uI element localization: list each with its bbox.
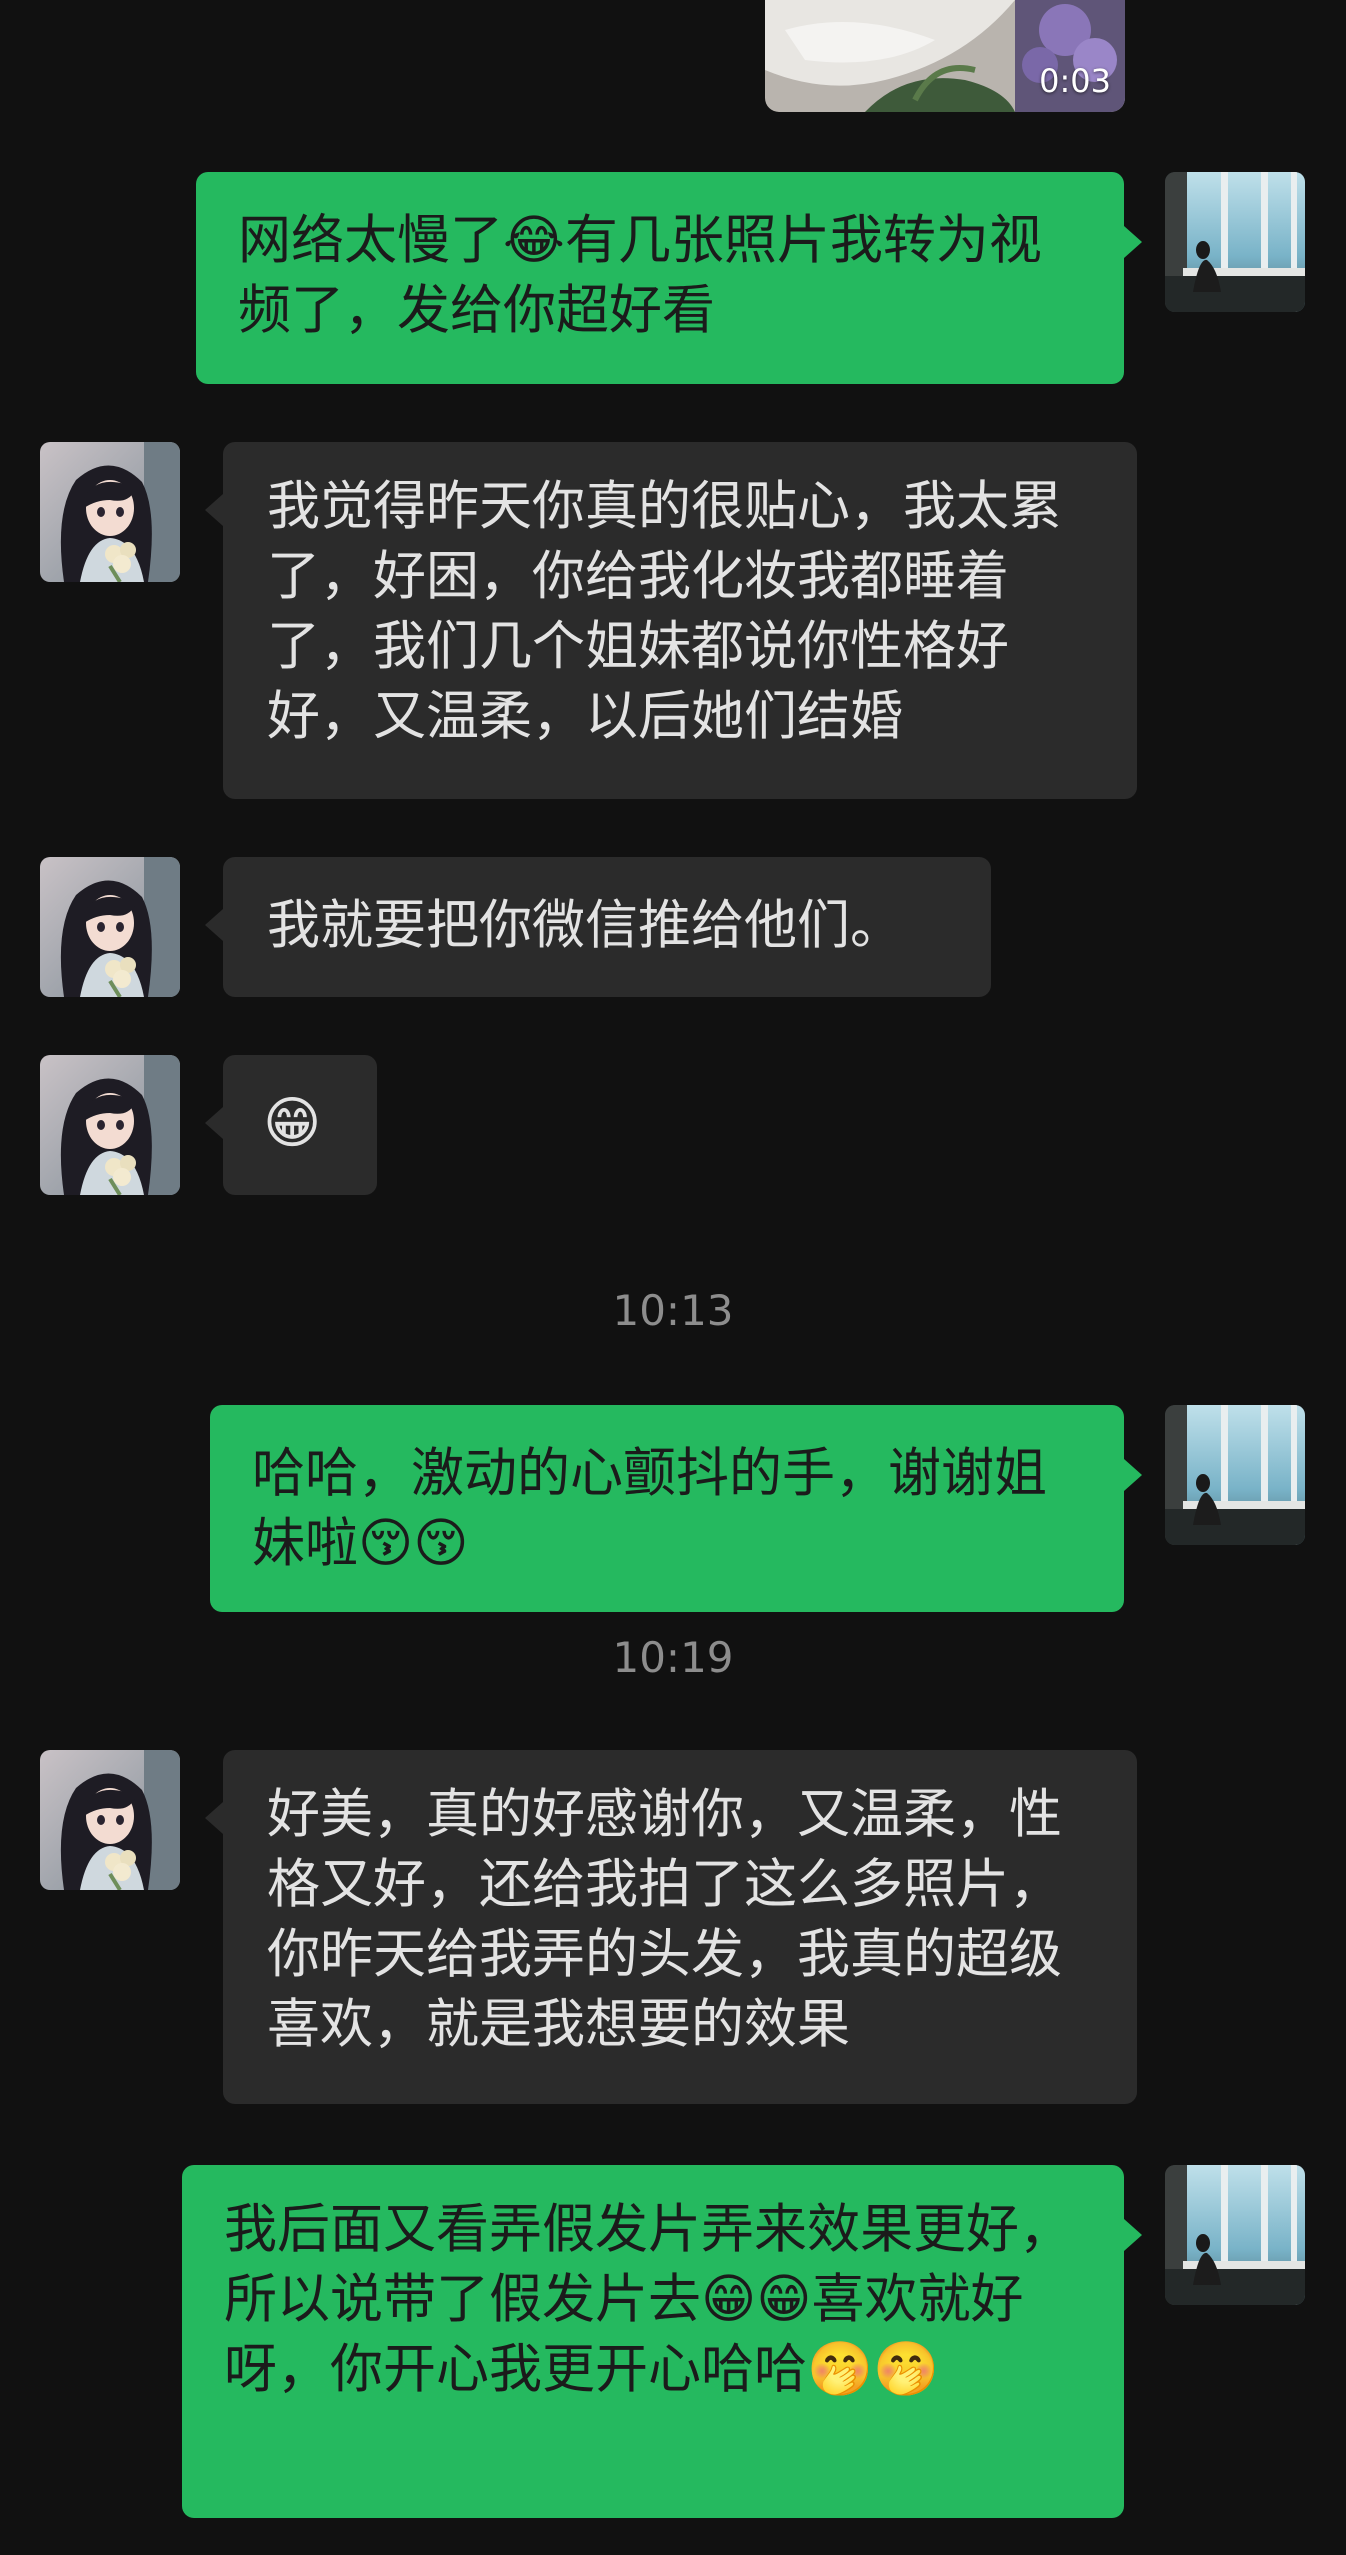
message-bubble-other[interactable]: 我觉得昨天你真的很贴心，我太累了，好困，你给我化妆我都睡着了，我们几个姐妹都说你…: [223, 442, 1137, 799]
contact-avatar[interactable]: [40, 442, 180, 582]
message-text: 好美，真的好感谢你，又温柔，性格又好，还给我拍了这么多照片，你昨天给我弄的头发，…: [267, 1784, 1062, 2055]
bubble-tail: [205, 494, 223, 526]
contact-avatar[interactable]: [40, 857, 180, 997]
message-text: 我后面又看弄假发片弄来效果更好，所以说带了假发片去😁😁喜欢就好呀，你开心我更开心…: [224, 2199, 1072, 2400]
my-avatar[interactable]: [1165, 1405, 1305, 1545]
bubble-tail: [1124, 1459, 1142, 1491]
message-bubble-me[interactable]: 我后面又看弄假发片弄来效果更好，所以说带了假发片去😁😁喜欢就好呀，你开心我更开心…: [182, 2165, 1124, 2518]
timestamp: 10:19: [612, 1633, 734, 1682]
message-text: 网络太慢了😂有几张照片我转为视频了，发给你超好看: [238, 210, 1042, 341]
bubble-tail: [205, 1107, 223, 1139]
message-text: 我觉得昨天你真的很贴心，我太累了，好困，你给我化妆我都睡着了，我们几个姐妹都说你…: [267, 476, 1062, 747]
message-bubble-other[interactable]: 😁: [223, 1055, 377, 1195]
message-bubble-me[interactable]: 网络太慢了😂有几张照片我转为视频了，发给你超好看: [196, 172, 1124, 384]
contact-avatar[interactable]: [40, 1750, 180, 1890]
my-avatar[interactable]: [1165, 172, 1305, 312]
bubble-tail: [205, 1802, 223, 1834]
video-duration: 0:03: [1039, 62, 1111, 100]
timestamp: 10:13: [612, 1286, 734, 1335]
message-text: 我就要把你微信推给他们。: [267, 895, 903, 956]
contact-avatar[interactable]: [40, 1055, 180, 1195]
bubble-tail: [1124, 2219, 1142, 2251]
video-message[interactable]: 0:03: [765, 0, 1125, 112]
message-bubble-other[interactable]: 我就要把你微信推给他们。: [223, 857, 991, 997]
emoji-grinning: 😁: [263, 1091, 322, 1156]
message-bubble-other[interactable]: 好美，真的好感谢你，又温柔，性格又好，还给我拍了这么多照片，你昨天给我弄的头发，…: [223, 1750, 1137, 2104]
message-bubble-me[interactable]: 哈哈，激动的心颤抖的手，谢谢姐妹啦😚😚: [210, 1405, 1124, 1612]
bubble-tail: [1124, 226, 1142, 258]
bubble-tail: [205, 909, 223, 941]
message-text: 哈哈，激动的心颤抖的手，谢谢姐妹啦😚😚: [252, 1443, 1047, 1574]
my-avatar[interactable]: [1165, 2165, 1305, 2305]
